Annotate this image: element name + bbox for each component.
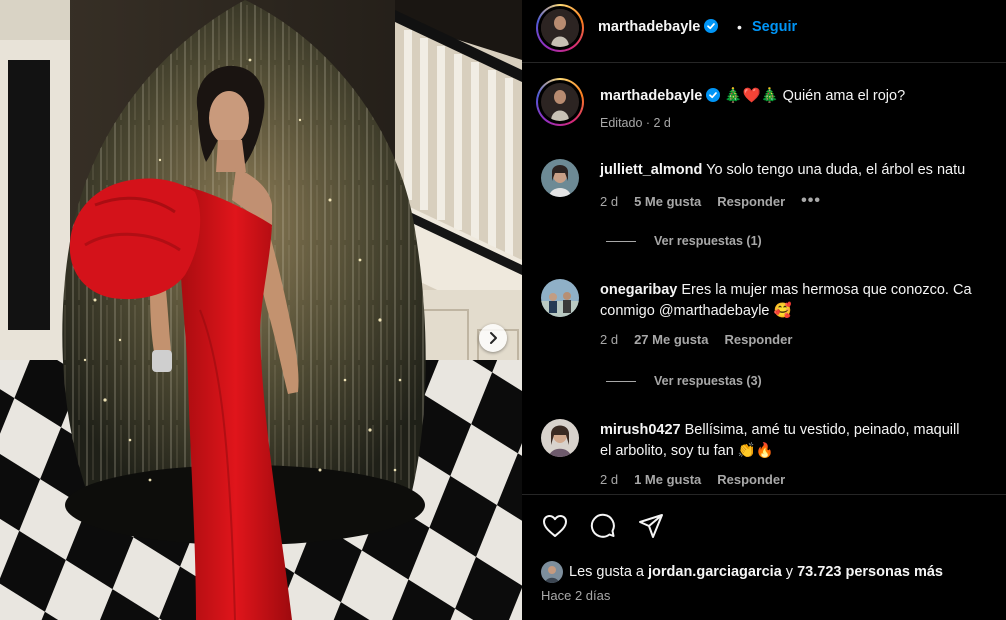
comment-meta: 2 d 27 Me gusta Responder: [600, 332, 792, 347]
view-replies-label[interactable]: Ver respuestas (1): [654, 234, 762, 248]
liked-by-username[interactable]: jordan.garciagarcia: [648, 564, 782, 580]
header-username-text[interactable]: marthadebayle: [598, 19, 700, 35]
view-replies-button[interactable]: Ver respuestas (1): [606, 234, 762, 248]
post-time[interactable]: Hace 2 días: [541, 588, 610, 603]
header-avatar-ring[interactable]: [536, 4, 584, 52]
caption-meta: Editado · 2 d: [600, 116, 671, 130]
comment-likes[interactable]: 1 Me gusta: [634, 472, 701, 487]
comment-text: julliett_almond Yo solo tengo una duda, …: [600, 160, 965, 181]
comment-meta: 2 d 1 Me gusta Responder: [600, 472, 785, 487]
likes-prefix: Les gusta a: [569, 564, 648, 580]
comment-time[interactable]: 2 d: [600, 332, 618, 347]
comment-likes[interactable]: 5 Me gusta: [634, 194, 701, 209]
reply-button[interactable]: Responder: [717, 472, 785, 487]
likes-mid: y: [781, 564, 798, 580]
share-icon[interactable]: [637, 512, 665, 540]
comment-meta: 2 d 5 Me gusta Responder •••: [600, 192, 821, 210]
header-divider: [522, 62, 1006, 63]
post-photo[interactable]: [0, 0, 522, 620]
actions-divider: [522, 494, 1006, 495]
chevron-right-icon: [490, 332, 497, 344]
photo-scene: [0, 0, 522, 620]
caption-avatar-ring[interactable]: [536, 78, 584, 126]
caption-username[interactable]: marthadebayle: [600, 88, 702, 104]
post-panel: marthadebayle • Seguir marthadebayle 🎄❤️…: [522, 0, 1006, 620]
reply-button[interactable]: Responder: [725, 332, 793, 347]
comment-time[interactable]: 2 d: [600, 194, 618, 209]
replies-line: [606, 380, 636, 382]
comment-time[interactable]: 2 d: [600, 472, 618, 487]
comment-avatar[interactable]: [541, 279, 579, 317]
verified-badge-icon: [706, 88, 721, 102]
header-avatar: [541, 9, 579, 47]
comment-body: Yo solo tengo una duda, el árbol es natu: [706, 162, 966, 178]
comment-username[interactable]: mirush0427: [600, 422, 681, 438]
header-username[interactable]: marthadebayle: [598, 19, 719, 35]
comment-icon[interactable]: [589, 512, 617, 540]
liked-by-avatar[interactable]: [541, 561, 563, 583]
comment-username[interactable]: onegaribay: [600, 282, 677, 298]
separator-dot: •: [737, 19, 742, 35]
likes-count[interactable]: 73.723 personas más: [797, 564, 943, 580]
comment-text: onegaribay Eres la mujer mas hermosa que…: [600, 280, 972, 322]
more-options-icon[interactable]: •••: [801, 192, 821, 210]
view-replies-button[interactable]: Ver respuestas (3): [606, 374, 762, 388]
heart-icon[interactable]: [541, 512, 569, 540]
comment-text: mirush0427 Bellísima, amé tu vestido, pe…: [600, 420, 959, 462]
caption-text: 🎄❤️🎄 Quién ama el rojo?: [724, 88, 906, 104]
reply-button[interactable]: Responder: [717, 194, 785, 209]
follow-button[interactable]: Seguir: [752, 19, 797, 35]
comment-body: Eres la mujer mas hermosa que conozco. C…: [681, 282, 972, 298]
comment-body: Bellísima, amé tu vestido, peinado, maqu…: [684, 422, 960, 438]
comment-body-continued: el arbolito, soy tu fan 👏🔥: [600, 443, 774, 459]
next-photo-button[interactable]: [479, 324, 507, 352]
replies-line: [606, 240, 636, 242]
comment-avatar[interactable]: [541, 159, 579, 197]
likes-summary: Les gusta a jordan.garciagarcia y 73.723…: [569, 564, 943, 580]
caption: marthadebayle 🎄❤️🎄 Quién ama el rojo?: [600, 87, 905, 104]
caption-avatar: [541, 83, 579, 121]
verified-badge-icon: [704, 19, 719, 33]
comment-likes[interactable]: 27 Me gusta: [634, 332, 708, 347]
view-replies-label[interactable]: Ver respuestas (3): [654, 374, 762, 388]
comment-body-continued: conmigo @marthadebayle 🥰: [600, 303, 792, 319]
comment-avatar[interactable]: [541, 419, 579, 457]
comment-username[interactable]: julliett_almond: [600, 162, 702, 178]
